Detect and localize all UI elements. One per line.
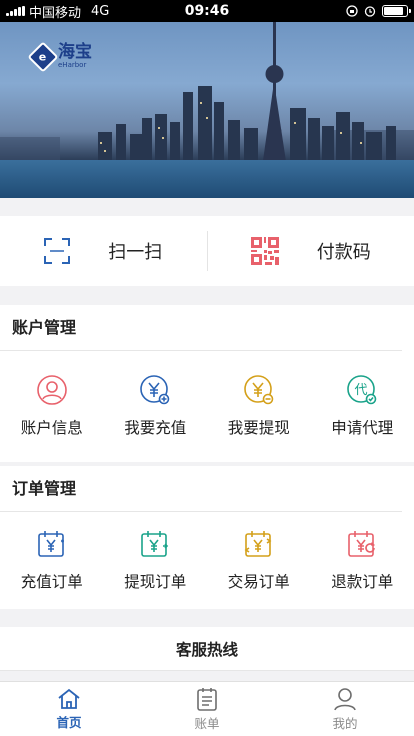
tab-profile[interactable]: 我的 [276, 682, 414, 736]
tab-home-label: 首页 [56, 714, 82, 730]
refund-order-button[interactable]: 退款订单 [311, 512, 414, 608]
quick-actions: 扫一扫 付款码 [0, 216, 414, 286]
bottom-tab-bar: 首页 账单 我的 [0, 681, 414, 736]
tab-bill-label: 账单 [194, 715, 220, 731]
scan-button[interactable]: 扫一扫 [0, 216, 207, 286]
trade-order-icon [244, 531, 272, 557]
recharge-order-icon [37, 531, 64, 557]
payment-code-button[interactable]: 付款码 [208, 216, 414, 286]
agent-icon: 代 [347, 375, 377, 405]
withdraw-order-label: 提现订单 [124, 573, 187, 591]
rotation-lock-icon [346, 5, 358, 17]
trade-order-label: 交易订单 [227, 573, 290, 591]
river-area [0, 160, 414, 198]
refund-order-label: 退款订单 [331, 573, 394, 591]
battery-icon [382, 5, 411, 17]
account-section-title: 账户管理 [0, 305, 402, 351]
orders-section-title: 订单管理 [0, 466, 402, 512]
trade-order-button[interactable]: 交易订单 [207, 512, 311, 608]
status-bar: 中国移动 4G 09:46 [0, 0, 414, 22]
user-icon [36, 375, 67, 405]
tab-profile-label: 我的 [332, 715, 358, 731]
brand-logo: e 海宝 eHarbor [27, 40, 92, 73]
home-icon [58, 688, 80, 709]
svg-text:代: 代 [355, 383, 368, 398]
refund-order-icon [348, 531, 376, 557]
profile-icon [334, 687, 356, 710]
apply-agent-button[interactable]: 代 申请代理 [311, 351, 414, 461]
withdraw-button[interactable]: 我要提现 [207, 351, 311, 461]
withdraw-label: 我要提现 [227, 419, 290, 437]
recharge-order-label: 充值订单 [20, 573, 83, 591]
recharge-button[interactable]: 我要充值 [104, 351, 208, 461]
clock: 09:46 [184, 3, 230, 19]
logo-text: 海宝 [58, 42, 92, 62]
withdraw-order-button[interactable]: 提现订单 [104, 512, 208, 608]
recharge-label: 我要充值 [124, 419, 187, 437]
yuan-minus-icon [243, 375, 274, 405]
recharge-order-button[interactable]: 充值订单 [0, 512, 104, 608]
apply-agent-label: 申请代理 [331, 419, 394, 437]
network-type: 4G [91, 3, 110, 19]
scan-icon [44, 238, 71, 264]
yuan-plus-icon [140, 375, 170, 405]
tab-bill[interactable]: 账单 [138, 682, 276, 736]
withdraw-order-icon [141, 531, 169, 557]
logo-subtext: eHarbor [58, 61, 87, 69]
payment-code-label: 付款码 [316, 242, 371, 263]
alarm-icon [364, 6, 376, 17]
customer-hotline-button[interactable]: 客服热线 [0, 627, 414, 671]
account-info-button[interactable]: 账户信息 [0, 351, 104, 461]
signal-icon [6, 6, 25, 16]
bill-icon [197, 687, 217, 711]
orders-section: 订单管理 充值订单 提现订单 交易订单 退款订单 [0, 466, 414, 609]
banner-image[interactable]: e 海宝 eHarbor [0, 22, 414, 198]
carrier-name: 中国移动 [29, 5, 82, 21]
tab-home[interactable]: 首页 [0, 682, 138, 736]
logo-mark-icon: e [27, 40, 59, 73]
account-info-label: 账户信息 [20, 419, 83, 437]
account-section: 账户管理 账户信息 我要充值 我要提现 代 申请代理 [0, 305, 414, 462]
scan-label: 扫一扫 [108, 242, 163, 263]
qrcode-icon [250, 237, 279, 265]
